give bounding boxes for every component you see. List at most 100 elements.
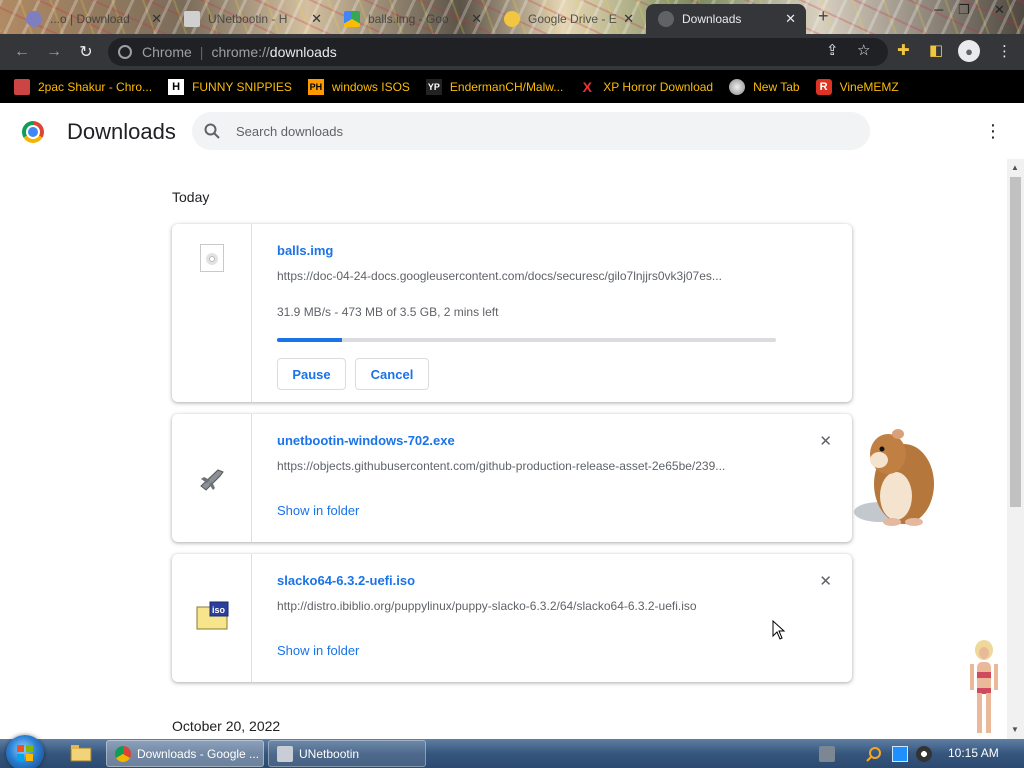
tray-speaker-icon[interactable] bbox=[916, 746, 932, 762]
bookmark-vinememz[interactable]: R VineMEMZ bbox=[815, 78, 899, 95]
browser-toolbar: ← → ↻ Chrome | chrome:// downloads ⇪ ☆ ✚… bbox=[0, 34, 1024, 70]
scroll-down-icon[interactable]: ▼ bbox=[1011, 725, 1019, 734]
page-menu-icon[interactable]: ⋮ bbox=[984, 121, 1002, 142]
download-item: balls.img https://doc-04-24-docs.googleu… bbox=[172, 224, 852, 402]
unetbootin-icon bbox=[277, 745, 293, 762]
window-close-icon[interactable]: ✕ bbox=[994, 2, 1005, 18]
close-icon[interactable]: ✕ bbox=[311, 11, 322, 27]
tray-search-icon[interactable] bbox=[866, 746, 882, 762]
download-item: iso slacko64-6.3.2-uefi.iso http://distr… bbox=[172, 554, 852, 682]
tray-monitor-icon[interactable] bbox=[892, 746, 908, 762]
bookmark-windows-isos[interactable]: PH windows ISOS bbox=[307, 78, 410, 95]
bookmark-label: VineMEMZ bbox=[839, 79, 899, 94]
tab-unetbootin[interactable]: UNetbootin - H ✕ bbox=[172, 4, 332, 34]
file-icon-column: iso bbox=[172, 554, 252, 682]
tab-strip: ...o | Download ✕ UNetbootin - H ✕ balls… bbox=[0, 0, 1024, 34]
back-icon[interactable]: ← bbox=[10, 40, 34, 64]
bookmark-xp-horror[interactable]: X XP Horror Download bbox=[579, 78, 714, 95]
bookmark-label: 2pac Shakur - Chro... bbox=[38, 79, 153, 94]
minimize-icon[interactable]: ─ bbox=[934, 2, 943, 17]
bookmark-new-tab[interactable]: New Tab bbox=[729, 78, 800, 95]
remove-download-icon[interactable]: ✕ bbox=[819, 572, 832, 590]
dancing-figure-overlay bbox=[964, 638, 1004, 738]
show-in-folder-link[interactable]: Show in folder bbox=[277, 503, 359, 518]
close-icon[interactable]: ✕ bbox=[623, 11, 634, 27]
mouse-cursor-icon bbox=[772, 619, 786, 640]
scrollbar-thumb[interactable] bbox=[1010, 177, 1021, 507]
downloads-header: Downloads ⋮ bbox=[0, 103, 1024, 159]
chrome-logo-icon bbox=[22, 121, 44, 143]
progress-bar-fill bbox=[277, 338, 342, 342]
share-icon[interactable]: ⇪ bbox=[826, 41, 839, 59]
file-name-link[interactable]: balls.img bbox=[277, 243, 333, 258]
task-label: UNetbootin bbox=[299, 746, 360, 761]
bookmark-label: EndermanCH/Malw... bbox=[449, 79, 564, 94]
system-clock[interactable]: 10:15 AM bbox=[948, 746, 999, 760]
task-label: Downloads - Google ... bbox=[137, 746, 260, 761]
address-bar[interactable]: Chrome | chrome:// downloads bbox=[108, 38, 888, 66]
restore-icon[interactable]: ❐ bbox=[958, 2, 970, 18]
bookmark-star-icon[interactable]: ☆ bbox=[857, 41, 870, 59]
pause-button[interactable]: Pause bbox=[277, 358, 346, 390]
r-logo-icon: R bbox=[815, 78, 832, 95]
new-tab-icon[interactable]: + bbox=[818, 6, 829, 27]
task-unetbootin[interactable]: UNetbootin bbox=[268, 740, 426, 767]
side-panel-icon[interactable]: ◧ bbox=[929, 41, 943, 59]
download-favicon-icon bbox=[658, 11, 674, 27]
show-in-folder-link[interactable]: Show in folder bbox=[277, 643, 359, 658]
bookmark-label: FUNNY SNIPPIES bbox=[192, 79, 292, 94]
tab-label: UNetbootin - H bbox=[208, 12, 288, 26]
forward-icon[interactable]: → bbox=[42, 40, 66, 64]
chrome-menu-icon[interactable]: ⋮ bbox=[997, 42, 1012, 60]
download-status: 31.9 MB/s - 473 MB of 3.5 GB, 2 mins lef… bbox=[277, 305, 499, 319]
progress-bar bbox=[277, 338, 776, 342]
tab-label: Google Drive - E bbox=[528, 12, 617, 26]
bookmark-funny-snippies[interactable]: H FUNNY SNIPPIES bbox=[168, 78, 292, 95]
close-icon[interactable]: ✕ bbox=[151, 11, 162, 27]
tab-download[interactable]: ...o | Download ✕ bbox=[14, 4, 172, 34]
windows-taskbar: Downloads - Google ... UNetbootin 10:15 … bbox=[0, 735, 1024, 768]
start-button[interactable] bbox=[6, 735, 44, 768]
tab-label: Downloads bbox=[682, 12, 742, 26]
search-downloads-box[interactable] bbox=[192, 112, 870, 150]
folder-icon bbox=[14, 78, 30, 95]
file-name-link[interactable]: slacko64-6.3.2-uefi.iso bbox=[277, 573, 415, 588]
iso-icon: iso bbox=[196, 601, 228, 630]
cancel-button[interactable]: Cancel bbox=[355, 358, 429, 390]
page-scrollbar[interactable]: ▲ ▼ bbox=[1007, 159, 1024, 739]
tab-google-drive[interactable]: Google Drive - E ✕ bbox=[492, 4, 644, 34]
close-icon[interactable]: ✕ bbox=[785, 11, 796, 27]
omnibox-scheme: chrome:// bbox=[211, 44, 270, 60]
file-name-link[interactable]: unetbootin-windows-702.exe bbox=[277, 433, 455, 448]
chrome-site-icon bbox=[118, 45, 132, 59]
close-icon[interactable]: ✕ bbox=[471, 11, 482, 27]
unetbootin-favicon-icon bbox=[184, 11, 200, 27]
file-url: http://distro.ibiblio.org/puppylinux/pup… bbox=[277, 599, 697, 613]
x-logo-icon: X bbox=[582, 78, 592, 95]
bookmarks-bar: 2pac Shakur - Chro... H FUNNY SNIPPIES P… bbox=[0, 70, 1024, 103]
bookmark-2pac[interactable]: 2pac Shakur - Chro... bbox=[14, 78, 153, 95]
file-explorer-icon[interactable] bbox=[70, 743, 92, 763]
tab-downloads[interactable]: Downloads ✕ bbox=[646, 4, 806, 34]
extensions-icon[interactable]: ✚ bbox=[897, 41, 910, 59]
tab-label: ...o | Download bbox=[50, 12, 130, 26]
ph-logo-icon: PH bbox=[307, 78, 324, 95]
tab-label: balls.img - Goo bbox=[368, 12, 449, 26]
remove-download-icon[interactable]: ✕ bbox=[819, 432, 832, 450]
file-icon-column bbox=[172, 414, 252, 542]
file-url: https://objects.githubusercontent.com/gi… bbox=[277, 459, 726, 473]
reload-icon[interactable]: ↻ bbox=[74, 40, 98, 64]
date-group-label: October 20, 2022 bbox=[172, 718, 281, 734]
task-chrome-downloads[interactable]: Downloads - Google ... bbox=[106, 740, 264, 767]
exe-icon bbox=[198, 464, 226, 492]
scroll-up-icon[interactable]: ▲ bbox=[1011, 163, 1019, 172]
tray-network-icon[interactable] bbox=[819, 746, 835, 762]
bookmark-endermanch[interactable]: YP EndermanCH/Malw... bbox=[425, 78, 564, 95]
download-item: unetbootin-windows-702.exe https://objec… bbox=[172, 414, 852, 542]
profile-avatar-icon[interactable]: ● bbox=[958, 40, 980, 62]
date-group-label: Today bbox=[172, 189, 210, 205]
search-input[interactable] bbox=[236, 123, 796, 139]
svg-text:iso: iso bbox=[212, 605, 226, 615]
tab-balls-img[interactable]: balls.img - Goo ✕ bbox=[332, 4, 492, 34]
chrome-icon bbox=[115, 745, 131, 762]
